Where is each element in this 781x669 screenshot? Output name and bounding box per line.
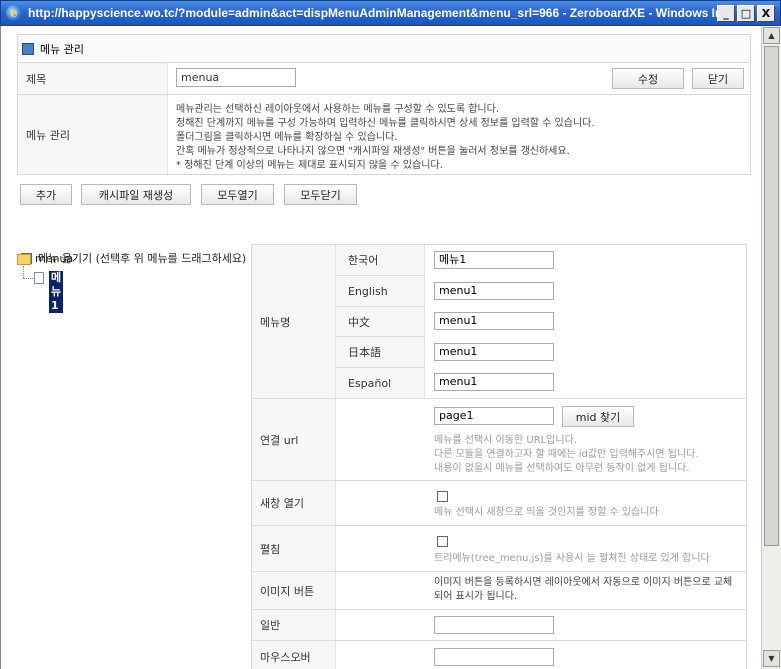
- tree-item-selected[interactable]: 메뉴1: [49, 271, 64, 313]
- tree-connector: [23, 278, 33, 279]
- menu-detail-table: 메뉴명 한국어 메뉴1 English menu1 中文 menu1 日本語 m…: [251, 244, 747, 669]
- add-button[interactable]: 추가: [20, 184, 72, 205]
- lang-label-es: Español: [336, 368, 425, 399]
- tree-root-item[interactable]: menua: [35, 252, 73, 265]
- scroll-down-icon[interactable]: ▼: [763, 650, 780, 667]
- regenerate-cache-button[interactable]: 캐시파일 재생성: [81, 184, 191, 205]
- expand-label: 펼침: [252, 526, 336, 571]
- window-titlebar: e http://happyscience.wo.tc/?module=admi…: [0, 0, 781, 26]
- lang-label-ja: 日本語: [336, 337, 425, 368]
- folder-icon[interactable]: [17, 254, 31, 265]
- scroll-thumb[interactable]: [764, 46, 779, 546]
- menu-name-input-ko[interactable]: 메뉴1: [434, 251, 554, 269]
- title-row: 제목 menua 수정 닫기: [18, 63, 750, 95]
- maximize-button[interactable]: □: [737, 5, 755, 22]
- normal-image-label: 일반: [252, 610, 336, 640]
- url-input[interactable]: page1: [434, 407, 554, 425]
- image-button-label: 이미지 버튼: [252, 572, 336, 609]
- menu-name-label: 메뉴명: [252, 245, 336, 398]
- image-button-help: 이미지 버튼을 등록하시면 레이아웃에서 자동으로 이미지 버튼으로 교체되어 …: [434, 577, 733, 602]
- tree-connector: [23, 266, 24, 278]
- collapse-all-button[interactable]: 모두닫기: [284, 184, 357, 205]
- minimize-button[interactable]: _: [717, 5, 735, 22]
- description-label: 메뉴 관리: [18, 95, 168, 174]
- description-line: * 정해진 단계 이상의 메뉴는 제대로 표시되지 않을 수 있습니다.: [176, 160, 443, 171]
- close-button[interactable]: 닫기: [692, 68, 744, 89]
- description-line: 폴더그림을 클릭하시면 메뉴를 확장하실 수 있습니다.: [176, 132, 398, 143]
- menu-name-input-ja[interactable]: menu1: [434, 343, 554, 361]
- menu-name-input-en[interactable]: menu1: [434, 282, 554, 300]
- lang-label-ko: 한국어: [336, 245, 425, 276]
- document-icon: [34, 272, 44, 284]
- description-line: 정해진 단계까지 메뉴를 구성 가능하며 입력하신 메뉴를 클릭하시면 상세 정…: [176, 118, 595, 129]
- menu-name-input-es[interactable]: menu1: [434, 373, 554, 391]
- ie-browser-icon: e: [6, 5, 22, 21]
- url-help-text: 메뉴를 선택시 이동한 URL입니다. 다른 모듈을 연결하고자 할 때에는 i…: [434, 435, 699, 474]
- close-window-button[interactable]: X: [757, 5, 775, 22]
- menu-management-panel: 메뉴 관리 제목 menua 수정 닫기 메뉴 관리 메뉴관리는 선택하신 레이…: [17, 34, 751, 175]
- description-row: 메뉴 관리 메뉴관리는 선택하신 레이아웃에서 사용하는 메뉴를 구성할 수 있…: [18, 95, 750, 174]
- vertical-scrollbar[interactable]: ▲ ▼: [761, 26, 781, 669]
- new-window-label: 새창 열기: [252, 481, 336, 525]
- description-line: 간혹 메뉴가 정상적으로 나타나지 않으면 "캐시파일 재생성" 버튼을 눌러서…: [176, 146, 570, 157]
- new-window-checkbox[interactable]: [437, 491, 448, 502]
- scroll-up-icon[interactable]: ▲: [763, 27, 780, 44]
- lang-label-zh: 中文: [336, 307, 425, 337]
- new-window-help: 메뉴 선택시 새창으로 띄울 것인지를 정할 수 있습니다: [434, 507, 659, 518]
- menu-name-input-zh[interactable]: menu1: [434, 312, 554, 330]
- menu-title-input[interactable]: menua: [176, 68, 296, 87]
- page-content: 메뉴 관리 제목 menua 수정 닫기 메뉴 관리 메뉴관리는 선택하신 레이…: [0, 26, 761, 669]
- description-line: 메뉴관리는 선택하신 레이아웃에서 사용하는 메뉴를 구성할 수 있도록 합니다…: [176, 104, 500, 115]
- mouseover-image-input[interactable]: [434, 648, 554, 666]
- panel-title: 메뉴 관리: [40, 42, 84, 56]
- lang-label-en: English: [336, 276, 425, 307]
- expand-help: 트리메뉴(tree_menu.js)를 사용시 늘 펼쳐진 상태로 있게 합니다: [434, 553, 710, 564]
- mouseover-image-label: 마우스오버: [252, 641, 336, 669]
- title-label: 제목: [18, 63, 168, 94]
- edit-button[interactable]: 수정: [612, 68, 684, 89]
- menu-icon: [22, 42, 34, 55]
- expand-checkbox[interactable]: [437, 536, 448, 547]
- window-controls: _ □ X: [717, 5, 775, 22]
- mid-find-button[interactable]: mid 찾기: [562, 406, 634, 427]
- panel-header: 메뉴 관리: [18, 35, 750, 63]
- normal-image-input[interactable]: [434, 616, 554, 634]
- url-label: 연결 url: [252, 399, 336, 480]
- expand-all-button[interactable]: 모두열기: [201, 184, 274, 205]
- window-title: http://happyscience.wo.tc/?module=admin&…: [28, 6, 733, 20]
- description-text: 메뉴관리는 선택하신 레이아웃에서 사용하는 메뉴를 구성할 수 있도록 합니다…: [176, 103, 746, 173]
